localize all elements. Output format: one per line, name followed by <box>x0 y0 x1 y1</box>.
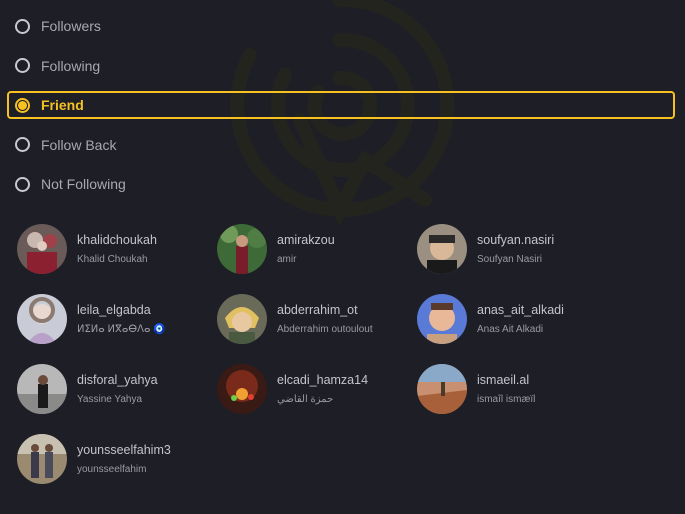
username: khalidchoukah <box>77 233 157 247</box>
display-name: حمزة القاضي <box>277 394 334 405</box>
user-card[interactable]: abderrahim_ot Abderrahim outoulout <box>217 294 417 344</box>
filter-followers[interactable]: Followers <box>7 12 675 40</box>
display-name: Soufyan Nasiri <box>477 254 543 265</box>
avatar <box>17 364 67 414</box>
filter-label: Followers <box>41 18 101 34</box>
display-name: Khalid Choukah <box>77 254 148 265</box>
avatar <box>217 224 267 274</box>
user-card[interactable]: leila_elgabda ⵍⵉⵍⴰ ⵍⴳⴰⴱⴷⴰ 🧿 <box>17 294 217 344</box>
user-card[interactable]: disforal_yahya Yassine Yahya <box>17 364 217 414</box>
display-name: ismaîl ismæïl <box>477 394 536 405</box>
username: leila_elgabda <box>77 303 151 317</box>
display-name: Abderrahim outoulout <box>277 324 373 335</box>
filter-friend[interactable]: Friend <box>7 91 675 119</box>
avatar <box>417 294 467 344</box>
radio-selected-icon <box>15 97 30 113</box>
user-card[interactable]: ismaeil.al ismaîl ismæïl <box>417 364 617 414</box>
username: soufyan.nasiri <box>477 233 555 247</box>
user-list: khalidchoukah Khalid Choukah amirakzou a… <box>17 224 677 484</box>
filter-following[interactable]: Following <box>7 52 675 80</box>
avatar <box>417 364 467 414</box>
avatar <box>217 294 267 344</box>
display-name: Yassine Yahya <box>77 394 143 405</box>
username: ismaeil.al <box>477 373 530 387</box>
user-card[interactable]: soufyan.nasiri Soufyan Nasiri <box>417 224 617 274</box>
radio-circle-icon <box>15 18 30 34</box>
avatar <box>17 224 67 274</box>
radio-circle-icon <box>15 58 30 73</box>
user-card[interactable]: khalidchoukah Khalid Choukah <box>17 224 217 274</box>
filter-radio-group: Followers Following Friend Follow Back N… <box>7 12 675 210</box>
username: anas_ait_alkadi <box>477 303 564 317</box>
user-card[interactable]: younsseelfahim3 younsseelfahim <box>17 434 217 484</box>
avatar <box>17 294 67 344</box>
avatar <box>217 364 267 414</box>
username: disforal_yahya <box>77 373 158 387</box>
user-card[interactable]: elcadi_hamza14 حمزة القاضي <box>217 364 417 414</box>
username: younsseelfahim3 <box>77 443 171 457</box>
user-card[interactable]: amirakzou amir <box>217 224 417 274</box>
username: abderrahim_ot <box>277 303 358 317</box>
username: elcadi_hamza14 <box>277 373 369 387</box>
username: amirakzou <box>277 233 335 247</box>
display-name: younsseelfahim <box>77 464 147 475</box>
radio-circle-icon <box>15 176 30 192</box>
avatar <box>417 224 467 274</box>
filter-follow-back[interactable]: Follow Back <box>7 131 675 159</box>
display-name: ⵍⵉⵍⴰ ⵍⴳⴰⴱⴷⴰ 🧿 <box>77 324 166 335</box>
display-name: Anas Ait Alkadi <box>477 324 544 335</box>
filter-label: Follow Back <box>41 136 117 153</box>
filter-label: Friend <box>41 97 84 113</box>
filter-label: Following <box>41 57 101 74</box>
filter-not-following[interactable]: Not Following <box>7 170 675 198</box>
avatar <box>17 434 67 484</box>
filter-label: Not Following <box>41 176 126 192</box>
user-card[interactable]: anas_ait_alkadi Anas Ait Alkadi <box>417 294 617 344</box>
display-name: amir <box>277 254 297 265</box>
radio-circle-icon <box>15 137 30 152</box>
